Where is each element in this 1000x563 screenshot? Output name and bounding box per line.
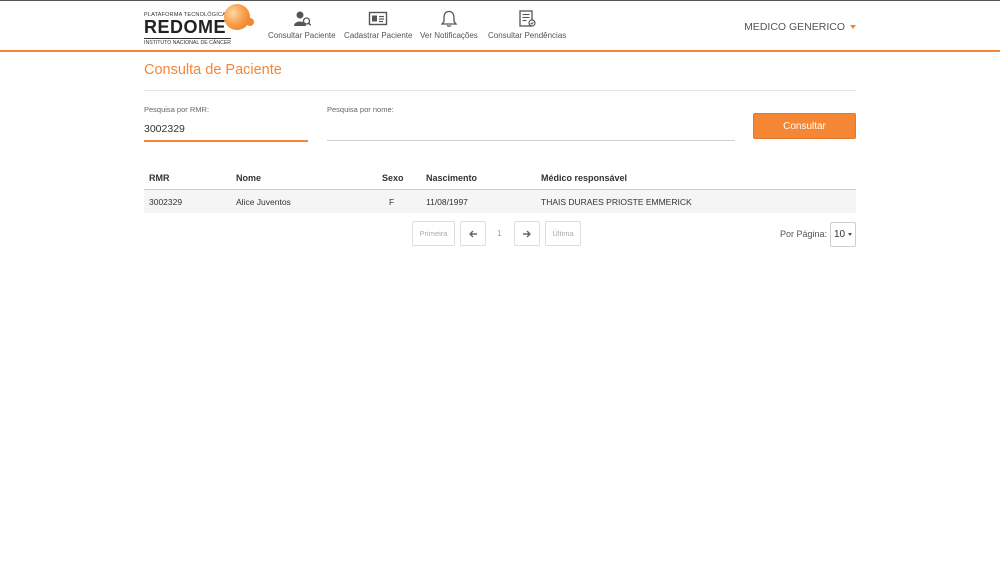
name-label: Pesquisa por nome:	[327, 105, 394, 114]
rmr-label: Pesquisa por RMR:	[144, 105, 210, 114]
rmr-input-underline	[144, 140, 308, 142]
redome-logo[interactable]: PLATAFORMA TECNOLÓGICA REDOME INSTITUTO …	[144, 4, 256, 46]
page-title: Consulta de Paciente	[144, 62, 282, 78]
logo-small-circle-icon	[246, 18, 254, 26]
pagination-prev-button[interactable]	[460, 221, 486, 246]
name-input-underline	[327, 140, 735, 141]
rmr-search-input[interactable]	[144, 122, 304, 136]
nav-ver-notificacoes[interactable]: Ver Notificações	[420, 10, 478, 40]
table-cell-sexo: F	[389, 197, 395, 207]
nav-label: Ver Notificações	[420, 31, 478, 40]
chevron-down-icon	[850, 25, 856, 30]
pagination-current-page[interactable]: 1	[497, 229, 501, 238]
logo-line3: INSTITUTO NACIONAL DE CÂNCER	[144, 38, 232, 46]
arrow-left-icon	[469, 230, 477, 238]
navbar: PLATAFORMA TECNOLÓGICA REDOME INSTITUTO …	[0, 1, 1000, 52]
id-card-icon	[368, 10, 388, 28]
table-cell-nascimento: 11/08/1997	[426, 197, 468, 207]
checklist-icon	[517, 10, 537, 28]
nav-label: Cadastrar Paciente	[344, 31, 413, 40]
column-header-nascimento: Nascimento	[426, 173, 478, 183]
column-header-rmr: RMR	[149, 173, 170, 183]
logo-name: REDOME	[144, 17, 227, 37]
table-cell-nome: Alice Juventos	[236, 197, 291, 207]
nav-consultar-paciente[interactable]: Consultar Paciente	[268, 10, 336, 40]
user-menu[interactable]: MEDICO GENERICO	[744, 21, 856, 33]
chevron-down-icon	[848, 233, 852, 236]
bell-icon	[439, 10, 459, 28]
nav-consultar-pendencias[interactable]: Consultar Pendências	[488, 10, 566, 40]
table-cell-medico: THAIS DURAES PRIOSTE EMMERICK	[541, 197, 692, 207]
pagination-last-button[interactable]: Última	[545, 221, 581, 246]
search-user-icon	[292, 10, 312, 28]
column-header-sexo: Sexo	[382, 173, 404, 183]
nav-cadastrar-paciente[interactable]: Cadastrar Paciente	[344, 10, 412, 40]
arrow-right-icon	[523, 230, 531, 238]
user-name: MEDICO GENERICO	[744, 21, 845, 33]
divider	[144, 90, 856, 91]
column-header-medico: Médico responsável	[541, 173, 628, 183]
per-page-select[interactable]: 10	[830, 222, 856, 247]
name-search-input[interactable]	[327, 122, 732, 136]
pagination-next-button[interactable]	[514, 221, 540, 246]
column-header-nome: Nome	[236, 173, 262, 183]
pagination-first-button[interactable]: Primeira	[412, 221, 455, 246]
logo-orange-circle-icon	[224, 4, 250, 30]
table-cell-rmr: 3002329	[149, 197, 183, 207]
per-page-label: Por Página:	[780, 229, 828, 239]
consultar-button[interactable]: Consultar	[753, 113, 856, 139]
nav-label: Consultar Paciente	[268, 31, 336, 40]
per-page-value: 10	[834, 229, 846, 240]
nav-label: Consultar Pendências	[488, 31, 567, 40]
